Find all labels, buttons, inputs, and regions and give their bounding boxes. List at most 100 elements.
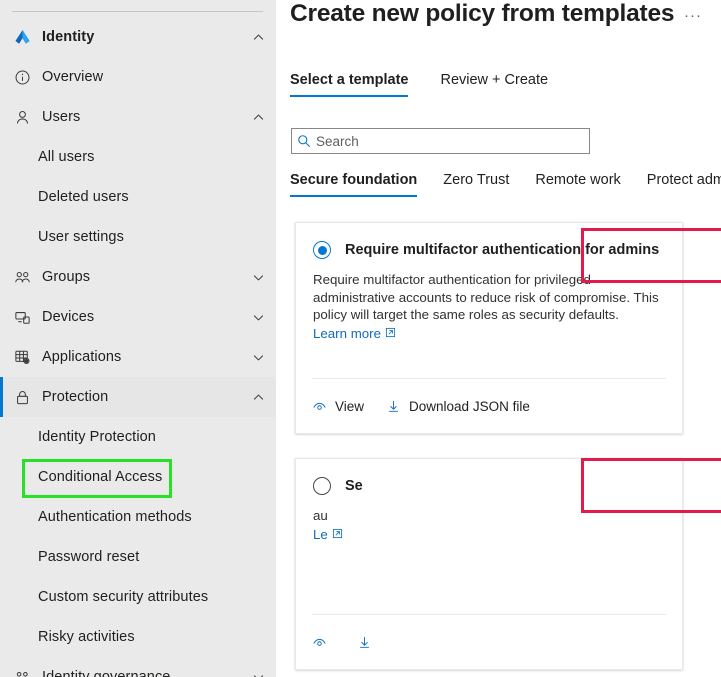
sidebar-item-label: Identity <box>42 29 95 45</box>
sidebar-item-identity-protection[interactable]: Identity Protection <box>0 417 276 457</box>
sidebar-item-applications[interactable]: Applications <box>0 337 276 377</box>
selection-accent-bar <box>0 337 3 377</box>
search-box[interactable] <box>291 128 590 154</box>
download-icon <box>386 399 401 414</box>
chevron-down-icon[interactable] <box>250 269 266 285</box>
selection-accent-bar <box>0 217 3 257</box>
learn-more-label: Learn more <box>313 325 381 341</box>
template-card-title: Require multifactor authentication for a… <box>345 241 660 258</box>
selection-accent-bar <box>0 497 3 537</box>
chevron-up-icon[interactable] <box>250 29 266 45</box>
download-json-button[interactable] <box>357 635 380 650</box>
selection-accent-bar <box>0 657 3 677</box>
external-link-icon <box>385 326 396 341</box>
navigation-sidebar: Identity Overview Users All users Deleted us… <box>0 0 276 677</box>
tab-review-create[interactable]: Review + Create <box>440 72 548 97</box>
sidebar-item-label: Conditional Access <box>38 469 163 485</box>
template-card-header[interactable]: Require multifactor authentication for a… <box>312 237 666 263</box>
sidebar-item-label: Identity Protection <box>38 429 156 445</box>
chevron-down-icon[interactable] <box>250 349 266 365</box>
pivot-zero-trust[interactable]: Zero Trust <box>443 172 509 197</box>
sidebar-item-risky-activities[interactable]: Risky activities <box>0 617 276 657</box>
sidebar-item-custom-security-attributes[interactable]: Custom security attributes <box>0 577 276 617</box>
view-button[interactable]: View <box>312 399 364 414</box>
selection-accent-bar <box>0 417 3 457</box>
sidebar-item-protection[interactable]: Protection <box>0 377 276 417</box>
selection-accent-bar <box>0 177 3 217</box>
sidebar-item-label: Identity governance <box>42 669 171 677</box>
download-icon <box>357 635 372 650</box>
applications-grid-icon <box>12 347 32 367</box>
view-label: View <box>335 398 365 414</box>
template-card[interactable]: Se au Le <box>295 458 683 670</box>
sidebar-item-label: Risky activities <box>38 629 135 645</box>
search-input[interactable] <box>316 133 571 149</box>
sidebar-item-deleted-users[interactable]: Deleted users <box>0 177 276 217</box>
sidebar-item-all-users[interactable]: All users <box>0 137 276 177</box>
info-circle-icon <box>12 67 32 87</box>
sidebar-item-authentication-methods[interactable]: Authentication methods <box>0 497 276 537</box>
template-radio-button[interactable] <box>313 477 331 495</box>
selection-accent-bar <box>0 577 3 617</box>
sidebar-top-divider <box>12 11 263 12</box>
sidebar-item-conditional-access[interactable]: Conditional Access <box>0 457 276 497</box>
sidebar-item-devices[interactable]: Devices <box>0 297 276 337</box>
view-button[interactable] <box>312 635 335 650</box>
sidebar-item-label: Deleted users <box>38 189 129 205</box>
learn-more-label: Le <box>313 526 328 542</box>
chevron-down-icon[interactable] <box>250 669 266 677</box>
sidebar-item-user-settings[interactable]: User settings <box>0 217 276 257</box>
sidebar-item-password-reset[interactable]: Password reset <box>0 537 276 577</box>
external-link-icon <box>332 527 343 542</box>
pivot-protect-adm[interactable]: Protect adm <box>647 172 721 197</box>
template-card-header[interactable]: Se <box>312 473 666 499</box>
more-menu-button[interactable]: ··· <box>682 4 704 26</box>
devices-icon <box>12 307 32 327</box>
selection-accent-bar <box>0 537 3 577</box>
template-card-description: Require multifactor authentication for p… <box>313 272 659 323</box>
eye-icon <box>312 635 327 650</box>
sidebar-item-users[interactable]: Users <box>0 97 276 137</box>
learn-more-link[interactable]: Le <box>313 527 343 542</box>
download-json-button[interactable]: Download JSON file <box>386 399 530 414</box>
sidebar-item-label: User settings <box>38 229 124 245</box>
step-tab-list: Select a template Review + Create <box>290 72 580 97</box>
sidebar-nav-list: Identity Overview Users All users Deleted us… <box>0 17 276 677</box>
sidebar-item-overview[interactable]: Overview <box>0 57 276 97</box>
sidebar-item-label: Custom security attributes <box>38 589 209 605</box>
pivot-tab-list: Secure foundation Zero Trust Remote work Pr… <box>290 172 721 197</box>
page-title: Create new policy from templates <box>290 0 675 27</box>
main-content: Create new policy from templates ··· Sel… <box>276 0 721 677</box>
selection-accent-bar <box>0 97 3 137</box>
sidebar-item-label: Devices <box>42 309 95 325</box>
sidebar-item-label: Authentication methods <box>38 509 192 525</box>
sidebar-item-label: Users <box>42 109 81 125</box>
template-card-actions: View Download JSON file <box>312 378 666 433</box>
sidebar-item-identity-governance[interactable]: Identity governance <box>0 657 276 677</box>
pivot-secure-foundation[interactable]: Secure foundation <box>290 172 418 197</box>
sidebar-item-identity[interactable]: Identity <box>0 17 276 57</box>
chevron-down-icon[interactable] <box>250 309 266 325</box>
sidebar-item-label: Applications <box>42 349 122 365</box>
sidebar-item-label: Password reset <box>38 549 140 565</box>
sidebar-item-groups[interactable]: Groups <box>0 257 276 297</box>
chevron-up-icon[interactable] <box>250 109 266 125</box>
selection-accent-bar <box>0 457 3 497</box>
entra-identity-logo-icon <box>12 27 32 47</box>
template-radio-button[interactable] <box>313 241 331 259</box>
pivot-remote-work[interactable]: Remote work <box>535 172 620 197</box>
people-group-icon <box>12 267 32 287</box>
chevron-up-icon[interactable] <box>250 389 266 405</box>
app-root: Identity Overview Users All users Deleted us… <box>0 0 721 677</box>
selection-accent-bar <box>0 57 3 97</box>
template-card[interactable]: Require multifactor authentication for a… <box>295 222 683 434</box>
learn-more-link[interactable]: Learn more <box>313 326 396 341</box>
template-card-title: Se <box>345 477 363 494</box>
selection-accent-bar <box>0 617 3 657</box>
selection-accent-bar <box>0 17 3 57</box>
download-json-label: Download JSON file <box>409 398 530 414</box>
sidebar-item-label: Overview <box>42 69 104 85</box>
eye-icon <box>312 399 327 414</box>
search-icon <box>292 134 316 148</box>
tab-select-a-template[interactable]: Select a template <box>290 72 409 97</box>
